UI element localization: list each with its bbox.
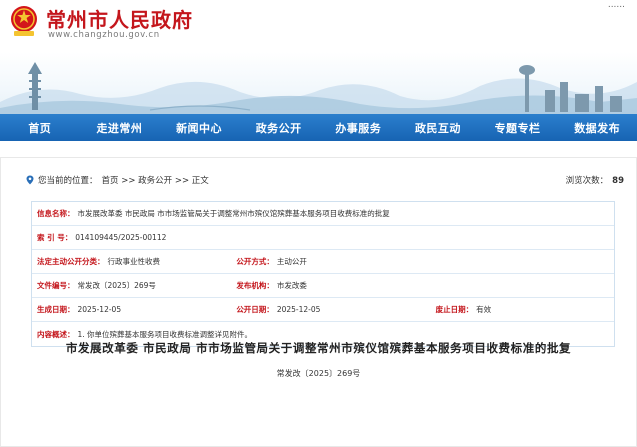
- info-row-title: 信息名称： 市发展改革委 市民政局 市市场监管局关于调整常州市殡仪馆殡葬基本服务…: [32, 202, 614, 226]
- info-method-label: 公开方式：: [236, 257, 274, 266]
- view-count-label: 浏览次数：: [565, 176, 609, 186]
- main-nav: 首页 走进常州 新闻中心 政务公开 办事服务 政民互动 专题专栏 数据发布: [0, 114, 637, 141]
- info-title-value: 市发展改革委 市民政局 市市场监管局关于调整常州市殡仪馆殡葬基本服务项目收费标准…: [77, 209, 390, 218]
- info-row-index: 索 引 号： 014109445/2025-00112: [32, 226, 614, 250]
- info-summary-label: 内容概述：: [37, 329, 75, 339]
- info-index-label: 索 引 号：: [37, 233, 73, 242]
- info-docno-label: 文件编号：: [37, 281, 75, 290]
- info-row-dates: 生成日期： 2025-12-05 公开日期： 2025-12-05 废止日期： …: [32, 298, 614, 322]
- site-header: 常州市人民政府 www.changzhou.gov.cn ......: [0, 0, 637, 52]
- site-title[interactable]: 常州市人民政府: [46, 4, 193, 33]
- nav-services[interactable]: 办事服务: [319, 114, 399, 141]
- view-count: 浏览次数： 89: [566, 174, 624, 186]
- breadcrumb-prefix: 您当前的位置：: [38, 176, 98, 186]
- info-title-label: 信息名称：: [37, 209, 75, 218]
- nav-home[interactable]: 首页: [0, 114, 80, 141]
- view-count-value: 89: [612, 176, 624, 186]
- breadcrumb-path[interactable]: 首页 >> 政务公开 >> 正文: [102, 174, 209, 186]
- info-pubdate-value: 2025-12-05: [276, 305, 321, 314]
- info-row-docno: 文件编号： 常发改〔2025〕269号 发布机构： 市发改委: [32, 274, 614, 298]
- info-effective-label: 生成日期：: [37, 305, 75, 314]
- info-table: 信息名称： 市发展改革委 市民政局 市市场监管局关于调整常州市殡仪馆殡葬基本服务…: [31, 201, 615, 347]
- breadcrumb: 您当前的位置： 首页 >> 政务公开 >> 正文: [25, 174, 209, 186]
- nav-about-changzhou[interactable]: 走进常州: [80, 114, 160, 141]
- nav-government-affairs[interactable]: 政务公开: [239, 114, 319, 141]
- info-summary-value: 1. 你单位殡葬基本服务项目收费标准调整详见附件。: [77, 329, 253, 339]
- info-effective-value: 2025-12-05: [77, 305, 122, 314]
- info-category-value: 行政事业性收费: [107, 257, 161, 266]
- info-category-label: 法定主动公开分类：: [37, 257, 105, 266]
- document-title: 市发展改革委 市民政局 市市场监管局关于调整常州市殡仪馆殡葬基本服务项目收费标准…: [65, 341, 572, 355]
- info-status-label: 废止日期：: [435, 305, 474, 314]
- info-org-label: 发布机构：: [236, 281, 274, 290]
- nav-news-center[interactable]: 新闻中心: [159, 114, 239, 141]
- info-pubdate-label: 公开日期：: [236, 305, 274, 314]
- top-links[interactable]: ......: [608, 0, 625, 10]
- city-banner: [0, 52, 637, 114]
- site-url: www.changzhou.gov.cn: [48, 30, 160, 40]
- nav-interaction[interactable]: 政民互动: [398, 114, 478, 141]
- document-number: 常发改〔2025〕269号: [276, 369, 361, 378]
- info-index-value: 014109445/2025-00112: [75, 233, 167, 242]
- info-method-value: 主动公开: [276, 257, 307, 266]
- location-pin-icon: [26, 175, 34, 185]
- info-docno-value: 常发改〔2025〕269号: [77, 281, 156, 290]
- article-content: 您当前的位置： 首页 >> 政务公开 >> 正文 浏览次数： 89 信息名称： 市…: [0, 157, 637, 447]
- city-skyline-illustration: [0, 62, 637, 114]
- info-status-value: 有效: [476, 305, 492, 314]
- national-emblem-icon: [11, 6, 37, 36]
- nav-data-release[interactable]: 数据发布: [557, 114, 637, 141]
- info-org-value: 市发改委: [276, 281, 307, 290]
- nav-special-topics[interactable]: 专题专栏: [478, 114, 558, 141]
- info-row-category: 法定主动公开分类： 行政事业性收费 公开方式： 主动公开: [32, 250, 614, 274]
